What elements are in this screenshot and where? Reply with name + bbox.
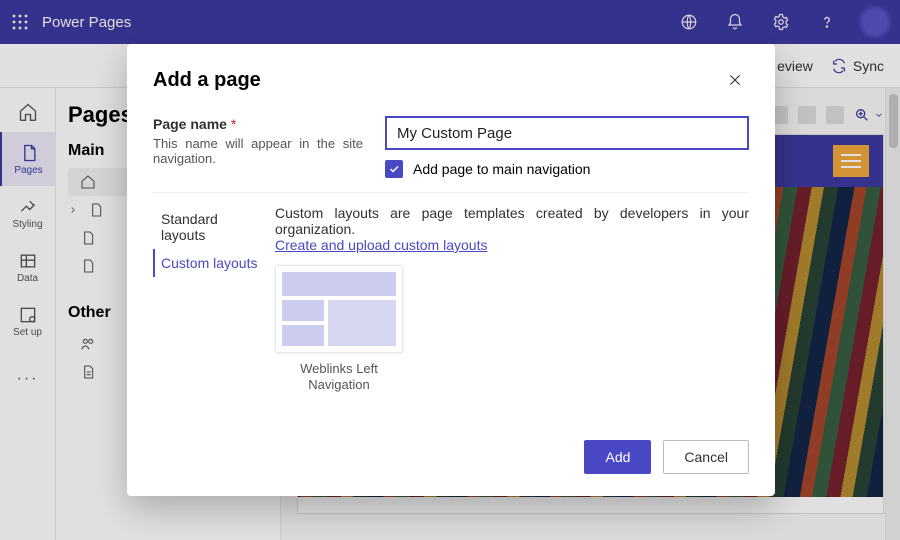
canvas-scrollbar[interactable]: [885, 88, 900, 540]
tab-standard-layouts[interactable]: Standard layouts: [153, 205, 265, 249]
rail-pages-label: Pages: [14, 165, 42, 176]
custom-layouts-description: Custom layouts are page templates create…: [275, 205, 749, 237]
rail-more[interactable]: ···: [0, 352, 56, 406]
page-name-hint: This name will appear in the site naviga…: [153, 136, 363, 166]
divider: [153, 192, 749, 193]
add-button[interactable]: Add: [584, 440, 651, 474]
left-rail: Pages Styling Data Set up ···: [0, 88, 56, 540]
hamburger-icon[interactable]: [833, 145, 869, 177]
layout-thumb-icon: [275, 265, 403, 353]
sync-button[interactable]: Sync: [831, 58, 884, 74]
preview-button[interactable]: eview: [777, 58, 813, 74]
help-icon[interactable]: [810, 5, 844, 39]
add-to-nav-checkbox[interactable]: [385, 160, 403, 178]
rail-pages[interactable]: Pages: [0, 132, 56, 186]
device-tablet-button[interactable]: [798, 106, 816, 124]
environment-icon[interactable]: [672, 5, 706, 39]
product-name: Power Pages: [42, 14, 131, 31]
add-to-nav-label: Add page to main navigation: [413, 161, 590, 177]
layout-tabs: Standard layouts Custom layouts: [153, 205, 265, 394]
preview-label: eview: [777, 58, 813, 74]
layout-card-caption: Weblinks Left Navigation: [275, 361, 403, 394]
required-asterisk: *: [231, 116, 236, 132]
sync-label: Sync: [853, 58, 884, 74]
zoom-dropdown[interactable]: [854, 107, 884, 123]
rail-styling-label: Styling: [12, 219, 42, 230]
rail-data-label: Data: [17, 273, 38, 284]
cancel-button[interactable]: Cancel: [663, 440, 749, 474]
create-layouts-link[interactable]: Create and upload custom layouts: [275, 237, 487, 253]
layout-card-weblinks-left-nav[interactable]: Weblinks Left Navigation: [275, 265, 403, 394]
rail-setup[interactable]: Set up: [0, 294, 56, 348]
page-name-input[interactable]: [385, 116, 749, 150]
waffle-icon[interactable]: [10, 12, 30, 32]
add-page-dialog: Add a page Page name * This name will ap…: [127, 44, 775, 496]
app-bar: Power Pages: [0, 0, 900, 44]
close-icon[interactable]: [721, 66, 749, 94]
rail-home[interactable]: [0, 92, 56, 132]
avatar[interactable]: [860, 7, 890, 37]
device-mobile-button[interactable]: [826, 106, 844, 124]
settings-icon[interactable]: [764, 5, 798, 39]
page-name-label: Page name: [153, 116, 227, 132]
rail-styling[interactable]: Styling: [0, 186, 56, 240]
tab-custom-layouts[interactable]: Custom layouts: [153, 249, 265, 277]
notifications-icon[interactable]: [718, 5, 752, 39]
rail-data[interactable]: Data: [0, 240, 56, 294]
dialog-title: Add a page: [153, 69, 261, 92]
rail-setup-label: Set up: [13, 327, 42, 338]
